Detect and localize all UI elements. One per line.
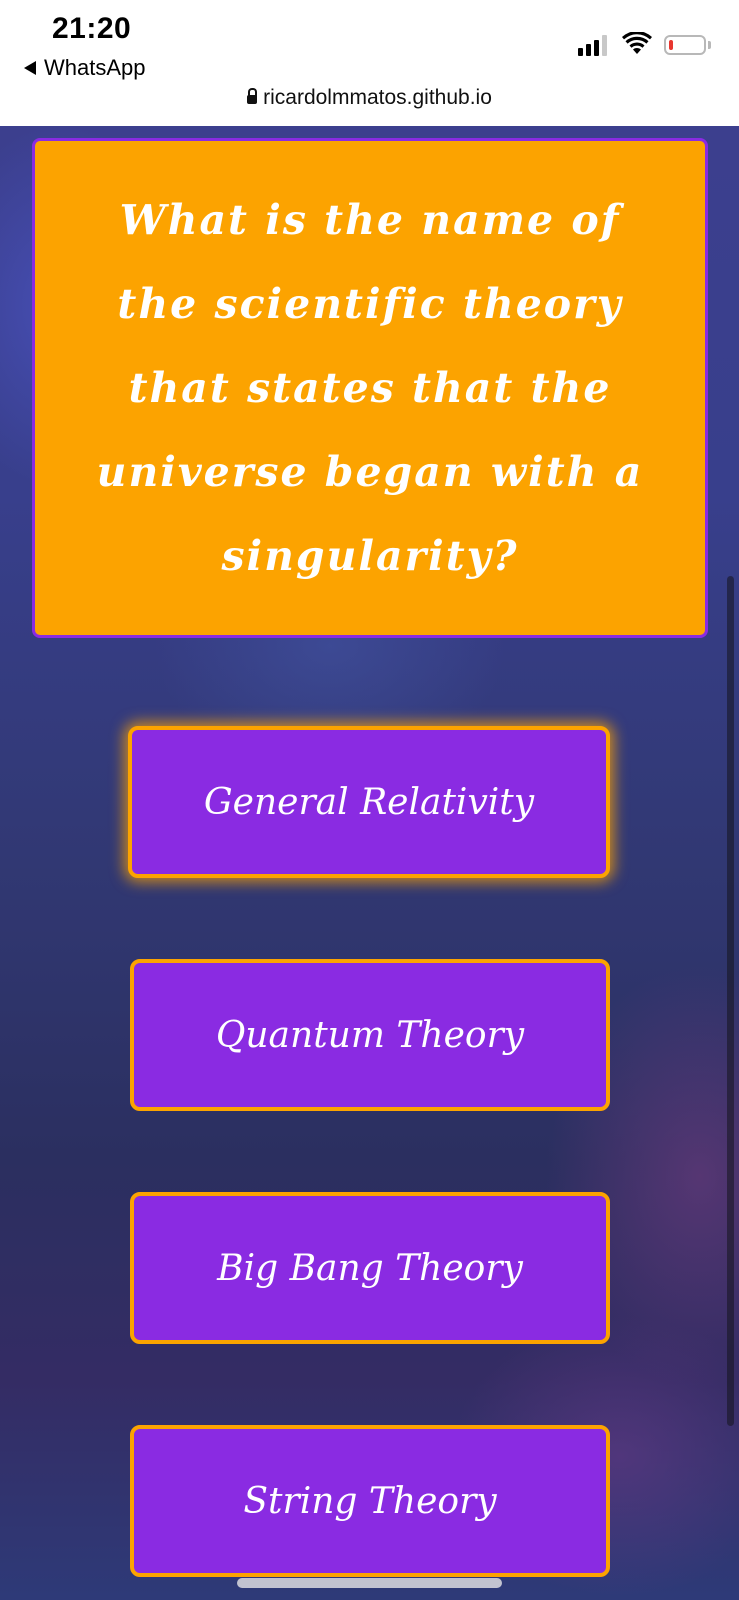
question-text: What is the name of the scientific theor…	[96, 196, 644, 580]
question-card: What is the name of the scientific theor…	[32, 138, 708, 638]
back-app-label: WhatsApp	[44, 55, 146, 80]
quiz-area: What is the name of the scientific theor…	[0, 126, 739, 1600]
cellular-signal-icon	[578, 34, 607, 56]
home-indicator[interactable]	[237, 1578, 502, 1588]
battery-tip	[708, 41, 711, 49]
back-to-app-button[interactable]: WhatsApp	[24, 55, 146, 81]
battery-icon	[664, 35, 706, 55]
status-time: 21:20	[52, 12, 132, 45]
wifi-icon	[622, 32, 652, 54]
answer-button-3[interactable]: Big Bang Theory	[130, 1192, 610, 1344]
url-bar[interactable]: ricardolmmatos.github.io	[0, 86, 739, 110]
url-text: ricardolmmatos.github.io	[263, 86, 492, 109]
answer-button-2[interactable]: Quantum Theory	[130, 959, 610, 1111]
back-arrow-icon	[24, 61, 36, 75]
answer-button-4[interactable]: String Theory	[130, 1425, 610, 1577]
scrollbar[interactable]	[727, 576, 734, 1426]
answer-button-1[interactable]: General Relativity	[128, 726, 610, 878]
battery-level	[669, 40, 673, 50]
status-bar: 21:20 WhatsApp ricardolmmatos.github.io	[0, 0, 739, 126]
lock-icon	[247, 88, 258, 104]
